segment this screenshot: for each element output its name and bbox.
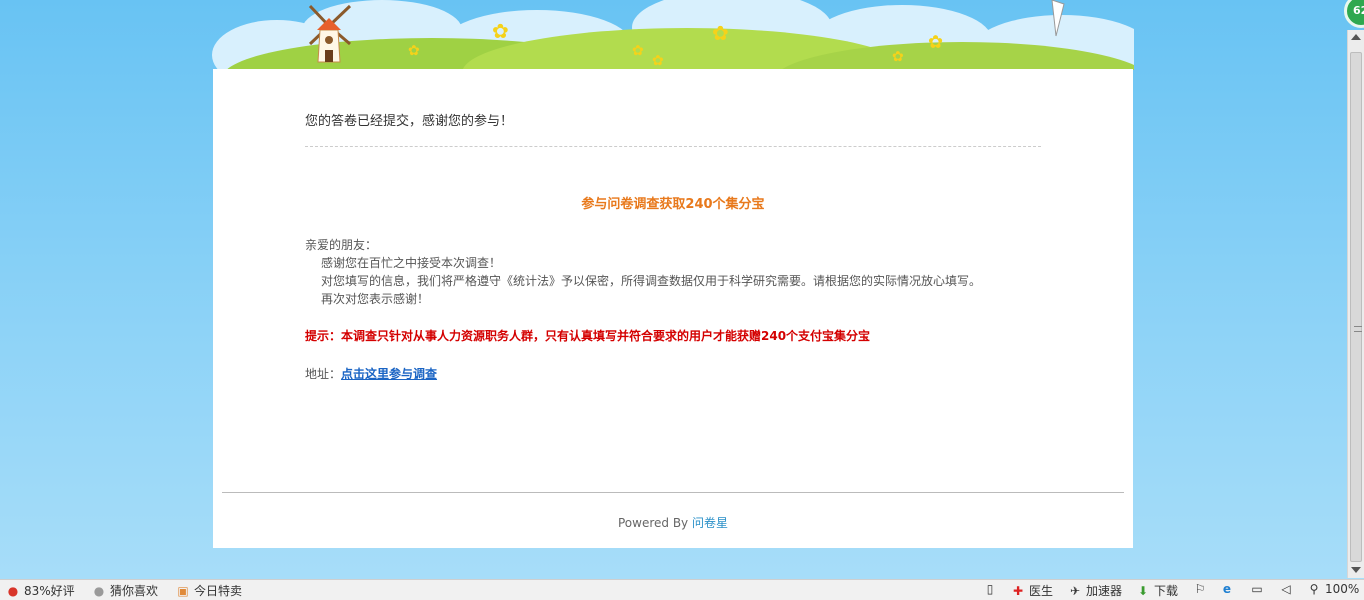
footer-divider (222, 492, 1124, 493)
flower-icon: ✿ (892, 49, 904, 65)
flower-icon: ✿ (928, 32, 944, 53)
vertical-scrollbar[interactable] (1347, 30, 1364, 578)
tomato-icon: ● (7, 583, 19, 598)
window-icon: ▭ (1251, 582, 1263, 596)
download-item[interactable]: ⬇ 下载 (1136, 582, 1178, 599)
daily-deal-item[interactable]: ▣ 今日特卖 (176, 582, 242, 599)
flag-icon: ⚐ (1194, 582, 1206, 596)
guess-like-label: 猜你喜欢 (110, 584, 159, 598)
flower-icon: ✿ (632, 43, 644, 59)
kite-icon (1051, 0, 1065, 37)
windmill-icon (308, 4, 352, 63)
powered-by-label: Powered By (617, 516, 689, 530)
brand-link[interactable]: 问卷星 (692, 516, 728, 530)
ie-icon: e (1222, 582, 1232, 596)
survey-link[interactable]: 点击这里参与调查 (341, 367, 437, 381)
scroll-grip-icon (1354, 326, 1362, 332)
greeting: 亲爱的朋友： (305, 238, 378, 252)
zoom-item[interactable]: ⚲ 100% (1307, 582, 1360, 596)
letter-line: 感谢您在百忙之中接受本次调查！ (321, 256, 502, 270)
mobile-item[interactable]: ▯ (983, 582, 997, 596)
browser-status-bar: ● 83%好评 ● 猜你喜欢 ▣ 今日特卖 ▯ ✚ 医生 ✈ 加速器 ⬇ 下载 … (0, 579, 1364, 600)
magnifier-icon: ⚲ (1309, 582, 1319, 596)
volume-item[interactable]: ◁ (1279, 582, 1293, 596)
doctor-label: 医生 (1029, 584, 1054, 598)
circle-icon: ● (93, 583, 105, 598)
daily-deal-label: 今日特卖 (194, 584, 243, 598)
dashed-divider (305, 146, 1041, 147)
medical-cross-icon: ✚ (1012, 583, 1024, 598)
rocket-icon: ✈ (1069, 583, 1081, 598)
scroll-up-arrow-icon[interactable] (1351, 34, 1361, 40)
ie-mode-item[interactable]: e (1220, 582, 1234, 596)
accelerator-label: 加速器 (1086, 584, 1123, 598)
header-scene: ✿ ✿ ✿ ✿ ✿ ✿ ✿ (212, 0, 1134, 70)
doctor-item[interactable]: ✚ 医生 (1011, 582, 1053, 599)
scroll-down-arrow-icon[interactable] (1351, 567, 1361, 573)
promo-heading: 参与问卷调查获取240个集分宝 (581, 197, 765, 212)
zoom-label: 100% (1325, 582, 1360, 596)
scroll-thumb[interactable] (1350, 52, 1362, 562)
survey-result-card: 您的答卷已经提交，感谢您的参与！ 参与问卷调查获取240个集分宝 亲爱的朋友： … (213, 69, 1133, 548)
flower-icon: ✿ (408, 43, 420, 59)
download-label: 下载 (1154, 584, 1179, 598)
guess-like-item[interactable]: ● 猜你喜欢 (92, 582, 158, 599)
flower-icon: ✿ (712, 21, 729, 45)
accelerator-item[interactable]: ✈ 加速器 (1068, 582, 1122, 599)
flower-icon: ✿ (492, 19, 509, 43)
speaker-icon: ◁ (1281, 582, 1291, 596)
rating-label: 83%好评 (24, 584, 75, 598)
gift-icon: ▣ (177, 583, 189, 598)
phone-icon: ▯ (986, 582, 994, 596)
letter-body: 亲爱的朋友： 感谢您在百忙之中接受本次调查！ 对您填写的信息，我们将严格遵守《统… (305, 236, 981, 308)
address-row: 地址：点击这里参与调查 (305, 365, 437, 382)
window-item[interactable]: ▭ (1250, 582, 1264, 596)
rating-item[interactable]: ● 83%好评 (6, 582, 75, 599)
eligibility-tip: 提示：本调查只针对从事人力资源职务人群，只有认真填写并符合要求的用户才能获赠24… (305, 329, 871, 343)
submitted-message: 您的答卷已经提交，感谢您的参与！ (305, 114, 514, 129)
flower-icon: ✿ (652, 53, 664, 69)
letter-line: 对您填写的信息，我们将严格遵守《统计法》予以保密，所得调查数据仅用于科学研究需要… (321, 274, 982, 288)
letter-line: 再次对您表示感谢！ (321, 292, 430, 306)
flag-item[interactable]: ⚐ (1193, 582, 1207, 596)
address-label: 地址： (305, 367, 342, 381)
notification-badge[interactable]: 62 (1344, 0, 1364, 28)
powered-by: Powered By 问卷星 (213, 514, 1133, 531)
download-arrow-icon: ⬇ (1137, 583, 1149, 598)
